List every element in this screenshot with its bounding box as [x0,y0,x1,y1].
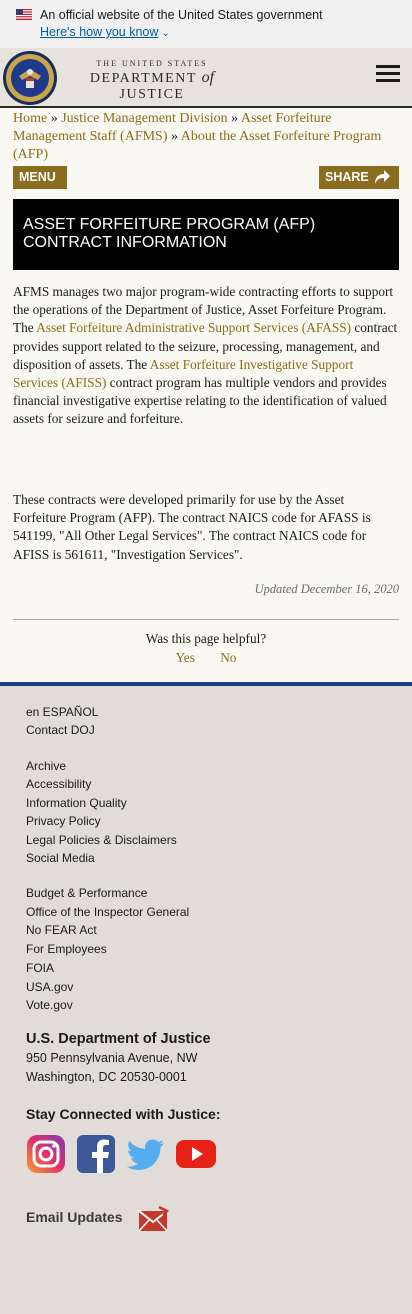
footer-link-oig[interactable]: Office of the Inspector General [26,905,189,919]
breadcrumb-separator: » [231,111,239,126]
footer-link-contact[interactable]: Contact DOJ [26,723,95,737]
footer-link-accessibility[interactable]: Accessibility [26,777,91,791]
wordmark-top: THE UNITED STATES [96,59,208,68]
footer-link-vote-gov[interactable]: Vote.gov [26,998,73,1012]
doj-seal-logo[interactable] [2,50,58,106]
naics-paragraph: These contracts were developed primarily… [13,492,371,562]
feedback-buttons: Yes No [0,650,412,666]
breadcrumb: Home » Justice Management Division » Ass… [13,110,405,164]
wordmark-main: DEPARTMENT of JUSTICE [62,69,242,103]
chevron-down-icon: ⌄ [161,28,170,39]
facebook-icon[interactable] [76,1134,116,1174]
share-button[interactable]: SHARE [319,166,399,189]
footer-link-budget[interactable]: Budget & Performance [26,886,147,900]
feedback-question: Was this page helpful? [145,631,267,646]
email-envelope-icon[interactable] [137,1205,169,1237]
address-line-1: 950 Pennsylvania Avenue, NW [26,1051,198,1065]
wordmark-of: of [201,69,215,86]
footer-link-legal-policies[interactable]: Legal Policies & Disclaimers [26,833,177,847]
instagram-icon[interactable] [26,1134,66,1174]
wordmark-department: DEPARTMENT [89,71,197,86]
afass-link[interactable]: Asset Forfeiture Administrative Support … [36,320,351,335]
site-header: THE UNITED STATES DEPARTMENT of JUSTICE [0,48,412,108]
footer-link-archive[interactable]: Archive [26,759,66,773]
footer-link-no-fear[interactable]: No FEAR Act [26,923,97,937]
footer-link-espanol[interactable]: en ESPAÑOL [26,705,98,719]
intro-paragraph: AFMS manages two major program-wide cont… [13,283,399,429]
breadcrumb-separator: » [50,111,58,126]
share-arrow-icon [375,170,390,184]
feedback-no-button[interactable]: No [220,650,236,665]
twitter-icon[interactable] [126,1134,166,1174]
site-footer: en ESPAÑOL Contact DOJ Archive Accessibi… [0,682,412,1314]
us-flag-icon [16,9,32,20]
gov-banner: An official website of the United States… [0,0,412,48]
address-line-2: Washington, DC 20530-0001 [26,1070,187,1084]
heres-how-you-know-link[interactable]: Here's how you know ⌄ [40,25,170,39]
footer-link-information-quality[interactable]: Information Quality [26,796,127,810]
address-title: U.S. Department of Justice [26,1031,211,1047]
footer-link-privacy-policy[interactable]: Privacy Policy [26,814,101,828]
breadcrumb-separator: » [171,129,178,144]
heres-how-you-know-label: Here's how you know [40,25,159,39]
footer-link-employees[interactable]: For Employees [26,942,107,956]
breadcrumb-jmd[interactable]: Justice Management Division [61,111,227,126]
youtube-icon[interactable] [176,1134,216,1174]
menu-button[interactable]: MENU + [13,166,67,207]
share-label: SHARE [325,170,369,184]
email-updates-label[interactable]: Email Updates [26,1209,122,1225]
stay-connected-heading: Stay Connected with Justice: [26,1106,221,1122]
breadcrumb-home[interactable]: Home [13,111,47,126]
divider [13,619,399,620]
footer-link-foia[interactable]: FOIA [26,961,54,975]
footer-link-social-media[interactable]: Social Media [26,851,95,865]
footer-link-usa-gov[interactable]: USA.gov [26,980,73,994]
page-title: ASSET FORFEITURE PROGRAM (AFP) CONTRACT … [13,199,399,270]
feedback-yes-button[interactable]: Yes [176,650,195,665]
doj-wordmark[interactable]: THE UNITED STATES DEPARTMENT of JUSTICE [62,59,242,103]
hamburger-menu-icon[interactable] [376,65,400,85]
updated-date: Updated December 16, 2020 [254,582,399,596]
wordmark-justice: JUSTICE [119,87,185,102]
gov-banner-text: An official website of the United States… [40,8,323,22]
